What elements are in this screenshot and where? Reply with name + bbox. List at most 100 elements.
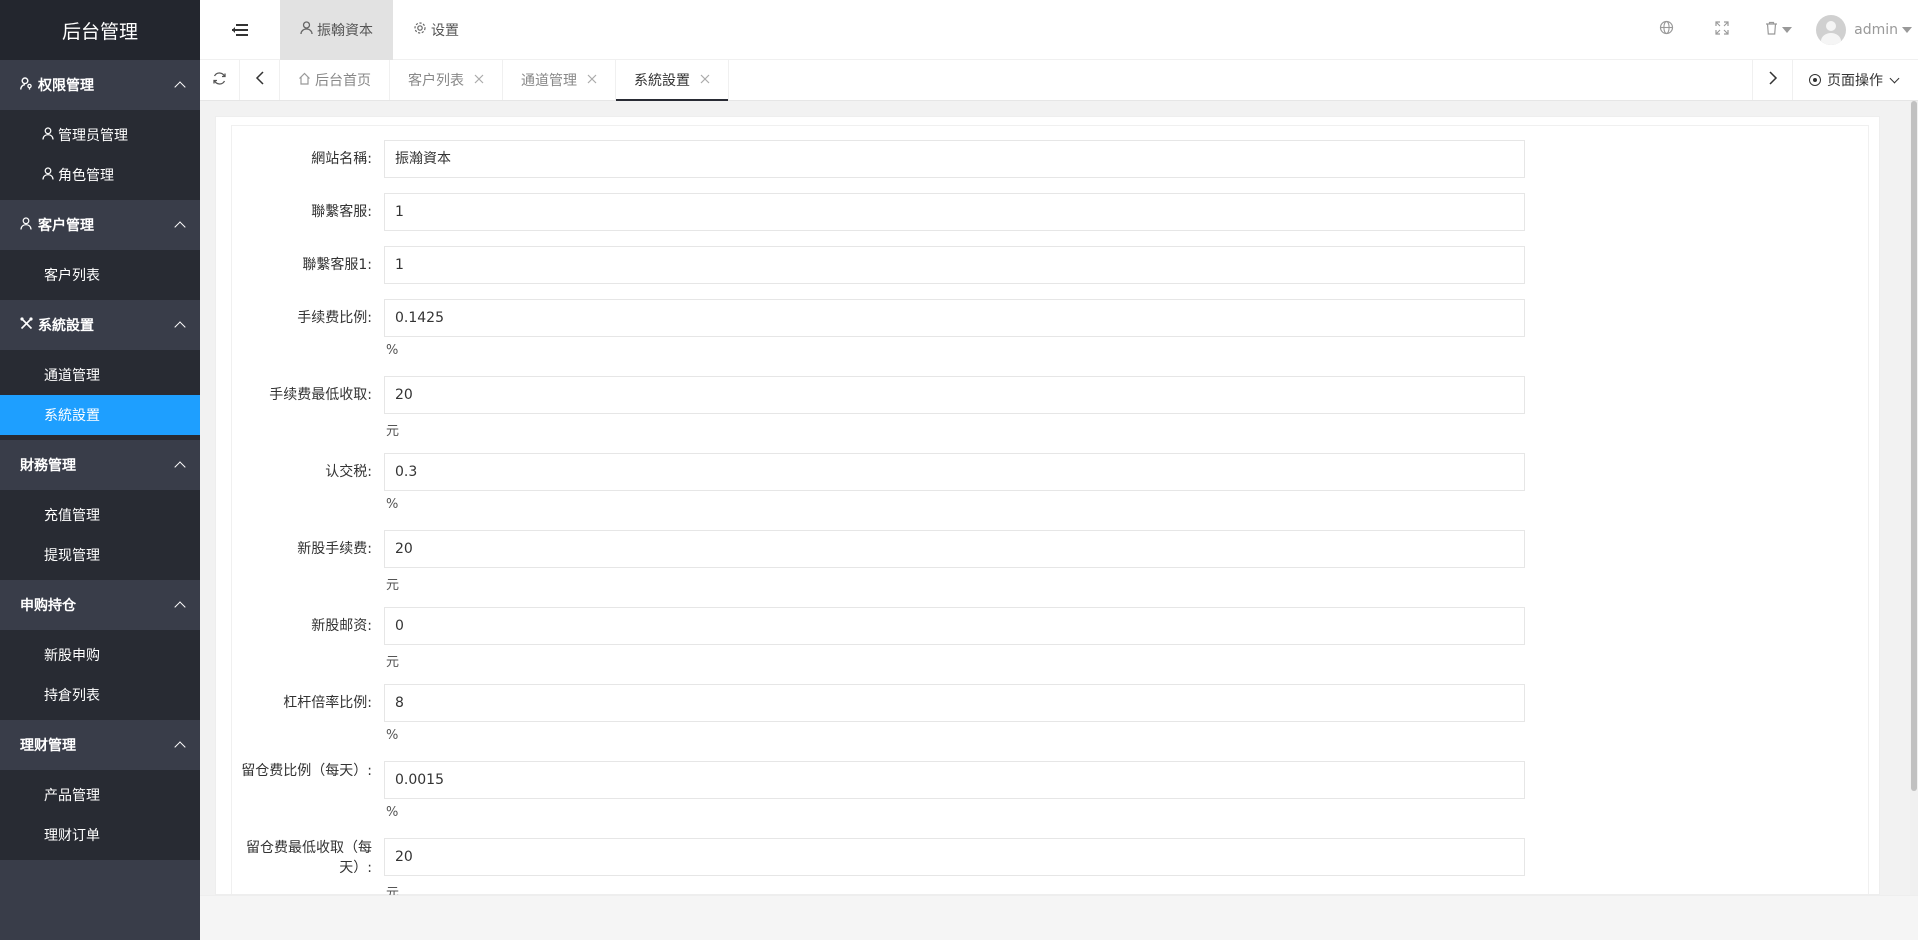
gear-icon — [413, 21, 427, 39]
page-tab[interactable]: 后台首页 — [280, 60, 390, 100]
sidebar-group-items: 客户列表 — [0, 250, 200, 300]
page-tabs: 后台首页 客户列表 通道管理 系統設置 — [280, 60, 729, 101]
form-input[interactable]: 0 — [384, 607, 1525, 645]
sidebar-item-label: 客户列表 — [44, 268, 100, 284]
sidebar-item[interactable]: 管理员管理 — [0, 115, 200, 155]
page-tab-label: 客户列表 — [408, 73, 464, 89]
sidebar-group-header[interactable]: 客户管理 — [0, 200, 200, 250]
sidebar-group-header[interactable]: 系統設置 — [0, 300, 200, 350]
chevron-down-icon — [1889, 73, 1900, 83]
sidebar-item-label: 提现管理 — [44, 548, 100, 564]
form-unit: % — [386, 343, 399, 358]
form-unit: 元 — [386, 886, 400, 895]
close-icon[interactable] — [587, 72, 597, 88]
form-input[interactable]: 20 — [384, 376, 1525, 414]
header-tab-settings[interactable]: 设置 — [393, 0, 479, 60]
form-input[interactable]: 振瀚資本 — [384, 140, 1525, 178]
user-menu[interactable]: admin — [1806, 0, 1918, 60]
sidebar-item[interactable]: 新股申购 — [0, 635, 200, 675]
content-scrollbar[interactable] — [1910, 101, 1918, 895]
theme-button[interactable] — [1638, 0, 1694, 60]
tabs-scroll-left-button[interactable] — [240, 60, 280, 100]
menu-fold-icon — [232, 23, 248, 36]
sidebar-group-title: 申购持仓 — [20, 598, 76, 614]
form-input[interactable]: 8 — [384, 684, 1525, 722]
form-input[interactable]: 0.3 — [384, 453, 1525, 491]
scrollbar-thumb[interactable] — [1911, 101, 1917, 791]
chevron-up-icon — [174, 81, 186, 93]
main-content: 網站名稱: 振瀚資本聯繫客服: 1 聯繫客服1: 1 手续费比例: 0.1425% 手续费最低… — [200, 101, 1918, 895]
collapse-menu-button[interactable] — [200, 0, 280, 60]
refresh-button[interactable] — [200, 60, 240, 100]
sidebar-group-header[interactable]: 理财管理 — [0, 720, 200, 770]
sidebar-item-label: 持倉列表 — [44, 688, 100, 704]
caret-down-icon — [1902, 26, 1912, 33]
page-tab[interactable]: 系統設置 — [616, 60, 729, 101]
page-operations-dropdown[interactable]: 页面操作 — [1792, 60, 1918, 100]
form-label: 聯繫客服1: — [302, 257, 372, 273]
form-unit: % — [386, 805, 399, 820]
settings-form: 網站名稱: 振瀚資本聯繫客服: 1 聯繫客服1: 1 手续费比例: 0.1425% 手续费最低… — [231, 125, 1869, 895]
settings-card: 網站名稱: 振瀚資本聯繫客服: 1 聯繫客服1: 1 手续费比例: 0.1425% 手续费最低… — [215, 116, 1880, 895]
page-operations-label: 页面操作 — [1827, 73, 1883, 89]
sidebar: 后台管理 权限管理 管理员管理 角色管理 客户管理 客户列表 系統設置 通道管理 系統設置 財務… — [0, 0, 200, 940]
form-input[interactable]: 1 — [384, 246, 1525, 284]
form-input[interactable]: 0.1425 — [384, 299, 1525, 337]
sidebar-item[interactable]: 系統設置 — [0, 395, 200, 435]
form-label: 手续费最低收取: — [269, 387, 372, 403]
username: admin — [1854, 21, 1898, 38]
sidebar-group-title: 理财管理 — [20, 738, 76, 754]
sidebar-group-title: 財務管理 — [20, 458, 76, 474]
tabs-scroll-right-button[interactable] — [1752, 60, 1792, 100]
sidebar-group-header[interactable]: 申购持仓 — [0, 580, 200, 630]
fullscreen-button[interactable] — [1694, 0, 1750, 60]
form-row: 留仓费比例（每天）: 0.0015% — [232, 761, 1868, 831]
app-logo[interactable]: 后台管理 — [0, 0, 200, 60]
header-tools: admin — [1638, 0, 1918, 60]
form-row: 手续费最低收取: 20 元 — [232, 376, 1868, 446]
page-tab[interactable]: 通道管理 — [503, 60, 616, 100]
header-tab-company[interactable]: 振翰資本 — [280, 0, 393, 60]
sidebar-group-header[interactable]: 权限管理 — [0, 60, 200, 110]
form-row: 新股邮资: 0 元 — [232, 607, 1868, 677]
sidebar-item-label: 通道管理 — [44, 368, 100, 384]
sidebar-group-title: 客户管理 — [38, 218, 94, 234]
form-label: 手续费比例: — [297, 310, 372, 326]
chevron-right-icon — [1768, 71, 1778, 89]
form-input[interactable]: 1 — [384, 193, 1525, 231]
sidebar-item-label: 产品管理 — [44, 788, 100, 804]
sidebar-group-items: 产品管理理财订单 — [0, 770, 200, 860]
sidebar-item[interactable]: 充值管理 — [0, 495, 200, 535]
sidebar-item[interactable]: 角色管理 — [0, 155, 200, 195]
sidebar-group-header[interactable]: 財務管理 — [0, 440, 200, 490]
form-unit: % — [386, 497, 399, 512]
form-row: 留仓费最低收取（每天）: 20 元 — [232, 838, 1868, 895]
form-label: 網站名稱: — [311, 151, 372, 167]
form-row: 认交税: 0.3% — [232, 453, 1868, 523]
close-icon[interactable] — [700, 72, 710, 88]
trash-icon — [1765, 21, 1778, 39]
sidebar-item-label: 系統設置 — [44, 408, 100, 424]
close-icon[interactable] — [474, 72, 484, 88]
page-tab-label: 系統設置 — [634, 73, 690, 89]
target-icon — [1809, 74, 1821, 86]
clear-cache-button[interactable] — [1750, 0, 1806, 60]
sidebar-item[interactable]: 持倉列表 — [0, 675, 200, 715]
sidebar-item[interactable]: 客户列表 — [0, 255, 200, 295]
page-tab-label: 通道管理 — [521, 73, 577, 89]
form-input[interactable]: 20 — [384, 838, 1525, 876]
sidebar-item[interactable]: 提现管理 — [0, 535, 200, 575]
sidebar-item-label: 新股申购 — [44, 648, 100, 664]
refresh-icon — [212, 71, 227, 90]
page-tab[interactable]: 客户列表 — [390, 60, 503, 100]
sidebar-item[interactable]: 通道管理 — [0, 355, 200, 395]
form-unit: % — [386, 728, 399, 743]
sidebar-group-items: 新股申购 持倉列表 — [0, 630, 200, 720]
form-label: 新股手续费: — [297, 541, 372, 557]
sidebar-item[interactable]: 理财订单 — [0, 815, 200, 855]
sidebar-item[interactable]: 产品管理 — [0, 775, 200, 815]
form-label: 聯繫客服: — [311, 204, 372, 220]
form-input[interactable]: 20 — [384, 530, 1525, 568]
form-input[interactable]: 0.0015 — [384, 761, 1525, 799]
avatar — [1816, 14, 1847, 45]
